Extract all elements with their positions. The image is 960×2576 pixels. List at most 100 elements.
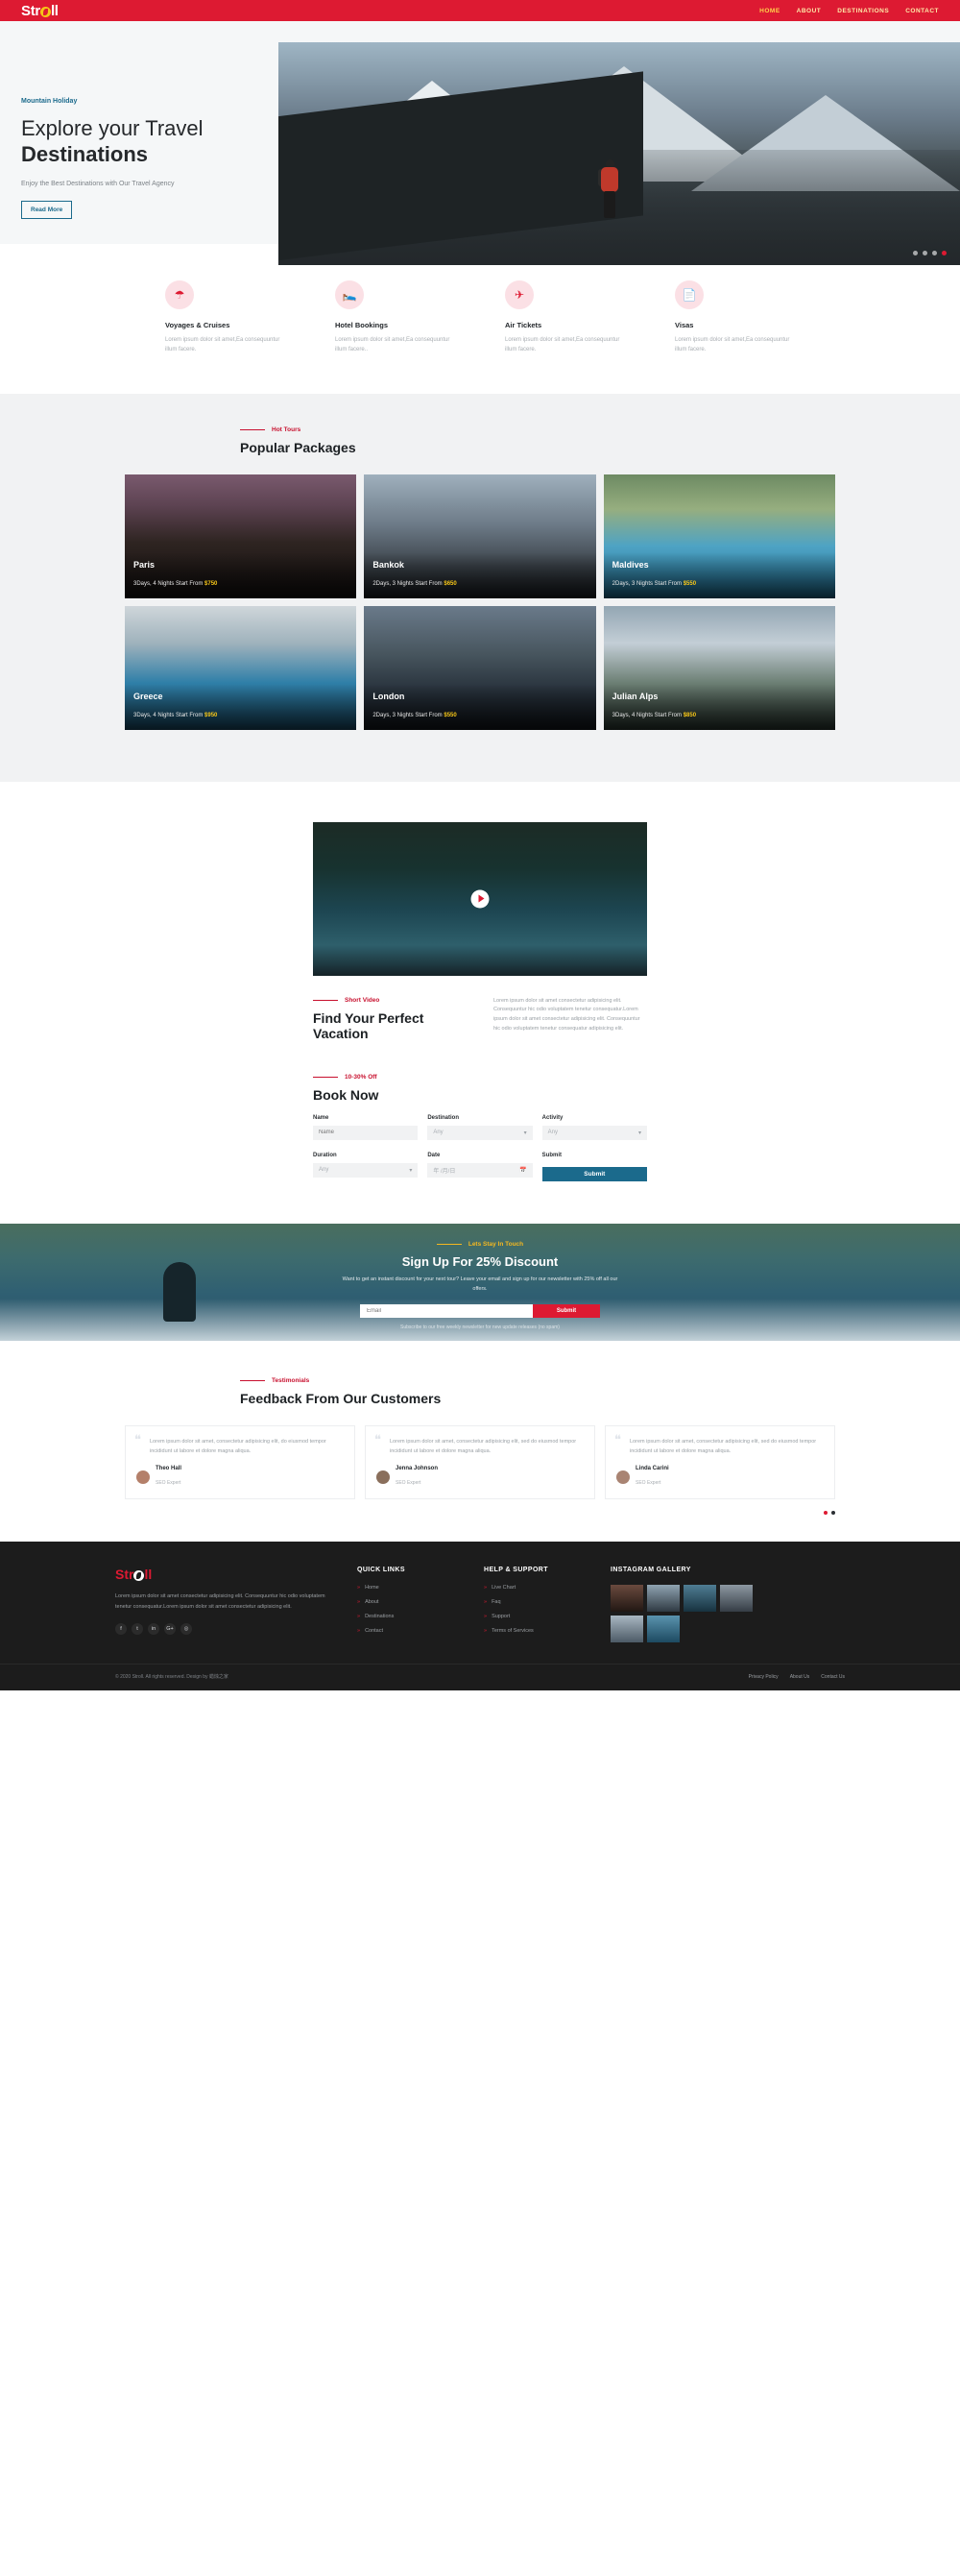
testimonial-dot-1[interactable] <box>824 1511 828 1516</box>
site-logo[interactable]: Str ll <box>21 3 59 19</box>
testimonial-person: Jenna Johnson SEO Expert <box>376 1466 584 1489</box>
gallery-thumb[interactable] <box>611 1585 643 1613</box>
google-plus-icon[interactable]: G+ <box>164 1623 176 1635</box>
package-card-bankok[interactable]: Bankok 2Days, 3 Nights Start From $650 <box>364 474 596 598</box>
field-label: Duration <box>313 1152 337 1158</box>
footer-contact-us[interactable]: Contact Us <box>821 1674 845 1680</box>
footer-link-destinations[interactable]: Destinations <box>357 1614 463 1619</box>
footer-link-terms[interactable]: Terms of Services <box>484 1628 589 1634</box>
nav-item-about[interactable]: ABOUT <box>797 8 822 14</box>
testimonial-dot-2[interactable] <box>831 1511 835 1516</box>
activity-value: Any <box>547 1130 558 1136</box>
gallery-thumb[interactable] <box>647 1585 680 1613</box>
footer-help-title: HELP & SUPPORT <box>484 1567 548 1574</box>
date-input[interactable]: 年 /月/日 📅 <box>427 1162 533 1178</box>
video-title: Find Your Perfect Vacation <box>313 1009 424 1041</box>
calendar-icon[interactable]: 📅 <box>519 1167 526 1174</box>
testimonial-role: SEO Expert <box>156 1480 181 1487</box>
slider-dot-2[interactable] <box>923 251 927 255</box>
newsletter-content: Lets Stay In Touch Sign Up For 25% Disco… <box>336 1224 624 1330</box>
globe-icon: ☂ <box>165 280 194 309</box>
label-line <box>313 1076 338 1079</box>
service-card-air-tickets: ✈ Air Tickets Lorem ipsum dolor sit amet… <box>505 280 625 355</box>
testimonials-section: Testimonials Feedback From Our Customers… <box>0 1340 960 1543</box>
service-card-voyages: ☂ Voyages & Cruises Lorem ipsum dolor si… <box>165 280 285 355</box>
package-price: $550 <box>444 712 457 718</box>
package-card-paris[interactable]: Paris 3Days, 4 Nights Start From $750 <box>125 474 357 598</box>
label-line <box>436 1243 462 1246</box>
footer-logo[interactable]: Str ll <box>115 1567 336 1582</box>
hero-text-block: Mountain Holiday Explore your Travel Des… <box>21 98 309 219</box>
package-card-greece[interactable]: Greece 3Days, 4 Nights Start From $950 <box>125 605 357 730</box>
package-card-maldives[interactable]: Maldives 2Days, 3 Nights Start From $550 <box>603 474 835 598</box>
footer-link-contact[interactable]: Contact <box>357 1628 463 1634</box>
twitter-icon[interactable]: t <box>132 1623 143 1635</box>
field-group-activity: Activity Any <box>541 1114 647 1140</box>
newsletter-note: Subscribe to our free weekly newsletter … <box>400 1324 560 1330</box>
booking-submit-button[interactable]: Submit <box>541 1166 647 1181</box>
slider-dot-1[interactable] <box>913 251 918 255</box>
gallery-thumb[interactable] <box>611 1616 643 1643</box>
footer-link-support[interactable]: Support <box>484 1614 589 1619</box>
package-card-julian-alps[interactable]: Julian Alps 3Days, 4 Nights Start From $… <box>603 605 835 730</box>
hero-title: Explore your Travel Destinations <box>21 116 309 168</box>
book-title: Book Now <box>313 1086 379 1103</box>
package-detail: 3Days, 4 Nights Start From <box>133 712 205 718</box>
destination-select[interactable]: Any <box>427 1125 533 1140</box>
hero-subtitle: Enjoy the Best Destinations with Our Tra… <box>21 180 175 187</box>
newsletter-submit-button[interactable]: Submit <box>533 1303 600 1318</box>
field-label: Name <box>313 1114 329 1121</box>
instagram-icon[interactable]: ◎ <box>180 1623 192 1635</box>
package-city: Julian Alps <box>612 691 659 701</box>
testimonial-slider-dots[interactable] <box>125 1511 835 1516</box>
hero-image <box>278 42 960 265</box>
field-label: Activity <box>541 1114 564 1121</box>
service-title: Air Tickets <box>505 321 542 329</box>
activity-select[interactable]: Any <box>541 1125 647 1140</box>
label-line <box>240 428 265 431</box>
name-input[interactable] <box>313 1125 419 1140</box>
hiker-figure <box>597 159 622 219</box>
site-footer: Str ll Lorem ipsum dolor sit amet consect… <box>0 1542 960 1691</box>
person-silhouette <box>163 1261 196 1322</box>
footer-link-faq[interactable]: Faq <box>484 1599 589 1605</box>
video-thumbnail[interactable] <box>313 821 647 976</box>
nav-item-home[interactable]: HOME <box>759 8 780 14</box>
packages-header: Hot Tours Popular Packages <box>125 426 835 455</box>
footer-about-us[interactable]: About Us <box>790 1674 810 1680</box>
hero-slider-dots[interactable] <box>913 251 947 255</box>
footer-link-about[interactable]: About <box>357 1599 463 1605</box>
duration-select[interactable]: Any <box>313 1162 419 1178</box>
package-price: $750 <box>204 580 218 587</box>
package-detail: 2Days, 3 Nights Start From <box>372 712 444 718</box>
logo-text-a: Str <box>21 2 40 19</box>
footer-link-home[interactable]: Home <box>357 1585 463 1591</box>
label-line <box>313 999 338 1002</box>
social-links: f t in G+ ◎ <box>115 1623 336 1635</box>
field-group-duration: Duration Any <box>313 1152 419 1181</box>
gallery-thumb[interactable] <box>684 1585 716 1613</box>
footer-link-live-chart[interactable]: Live Chart <box>484 1585 589 1591</box>
globe-icon <box>133 1569 145 1581</box>
nav-item-contact[interactable]: CONTACT <box>905 8 939 14</box>
gallery-thumb[interactable] <box>647 1616 680 1643</box>
email-input[interactable] <box>360 1303 533 1318</box>
package-detail: 3Days, 4 Nights Start From <box>133 580 205 587</box>
slider-dot-3[interactable] <box>932 251 937 255</box>
read-more-button[interactable]: Read More <box>21 200 73 219</box>
slider-dot-4[interactable] <box>942 251 947 255</box>
facebook-icon[interactable]: f <box>115 1623 127 1635</box>
booking-form-row-1: Name Destination Any Activity Any <box>313 1115 647 1140</box>
linkedin-icon[interactable]: in <box>148 1623 159 1635</box>
footer-quick-links-column: QUICK LINKS Home About Destinations Cont… <box>357 1567 463 1642</box>
package-city: Bankok <box>372 559 404 570</box>
nav-item-destinations[interactable]: DESTINATIONS <box>837 8 889 14</box>
service-card-hotels: 🛌 Hotel Bookings Lorem ipsum dolor sit a… <box>335 280 455 355</box>
play-icon[interactable] <box>470 889 490 909</box>
footer-quick-links-title: QUICK LINKS <box>357 1567 405 1574</box>
video-label-text: Short Video <box>345 996 380 1004</box>
footer-privacy-policy[interactable]: Privacy Policy <box>749 1674 779 1680</box>
package-card-london[interactable]: London 2Days, 3 Nights Start From $550 <box>364 605 596 730</box>
testimonial-name: Theo Hall <box>156 1466 182 1472</box>
gallery-thumb[interactable] <box>720 1585 753 1613</box>
